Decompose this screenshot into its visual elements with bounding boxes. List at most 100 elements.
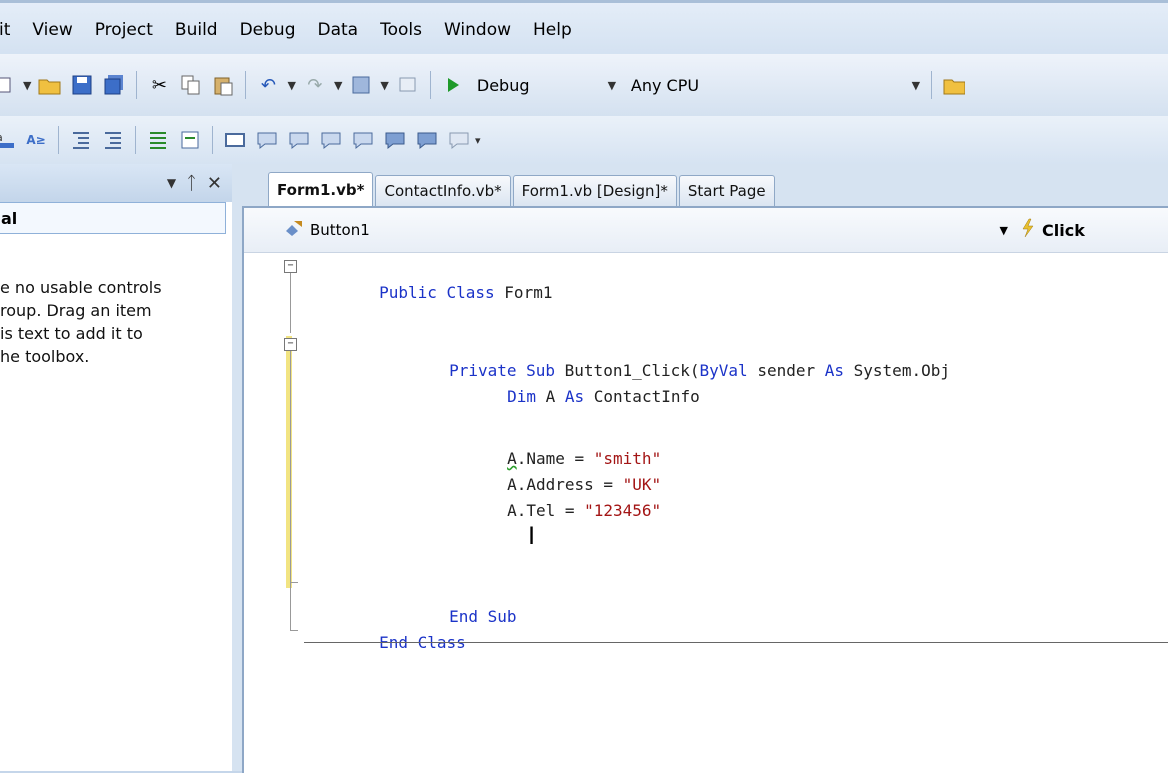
toolbox-empty-message: e no usable controls roup. Drag an item … bbox=[0, 276, 232, 368]
menu-help[interactable]: Help bbox=[522, 20, 583, 40]
menu-edit[interactable]: it bbox=[0, 20, 21, 40]
code-keyword: ByVal bbox=[699, 361, 748, 380]
uncomment-lines-icon[interactable] bbox=[178, 128, 202, 152]
class-name-combo[interactable]: Button1 ▼ bbox=[284, 216, 1008, 244]
code-editor: Button1 ▼ Click − − Public Class Form1 P… bbox=[242, 206, 1168, 773]
code-text[interactable]: − − Public Class Form1 Private Sub Butto… bbox=[244, 254, 1168, 773]
outline-guide bbox=[290, 582, 298, 583]
menu-project[interactable]: Project bbox=[84, 20, 164, 40]
menu-debug[interactable]: Debug bbox=[229, 20, 307, 40]
solution-platform-combo[interactable]: Any CPU ▼ bbox=[625, 71, 925, 99]
chevron-down-icon[interactable]: ▼ bbox=[603, 79, 621, 92]
undo-icon[interactable]: ↶ bbox=[256, 73, 280, 97]
code-keyword: As bbox=[564, 387, 585, 406]
code-line: A.Name = "smith" bbox=[430, 420, 661, 468]
next-bookmark-document-icon[interactable] bbox=[415, 128, 439, 152]
redo-icon[interactable]: ↷ bbox=[303, 73, 327, 97]
toolbox-empty-message-line: roup. Drag an item bbox=[0, 301, 152, 320]
toolbox-empty-message-line: he toolbox. bbox=[0, 347, 90, 366]
paste-icon[interactable] bbox=[211, 73, 235, 97]
toolbox-group-general[interactable]: al bbox=[0, 202, 226, 234]
code-identifier: sender bbox=[747, 361, 825, 380]
code-identifier: System.Obj bbox=[844, 361, 950, 380]
standard-toolbar: ▼ ✂ ↶ ▼ ↷ ▼ ▼ Debug ▼ Any CPU ▼ bbox=[0, 54, 1168, 116]
code-line: Public Class Form1 bbox=[302, 254, 552, 302]
chevron-down-icon[interactable]: ▼ bbox=[1000, 224, 1008, 237]
new-item-icon[interactable] bbox=[0, 73, 16, 97]
toolbar-separator bbox=[429, 71, 431, 99]
toolbox-panel: ▼ ᛏ ✕ al e no usable controls roup. Drag… bbox=[0, 164, 234, 771]
tab-start-page[interactable]: Start Page bbox=[678, 175, 775, 206]
event-icon bbox=[1020, 218, 1036, 242]
code-identifier: Form1 bbox=[504, 283, 553, 302]
copy-icon[interactable] bbox=[179, 73, 203, 97]
clear-bookmarks-icon[interactable] bbox=[447, 128, 471, 152]
menu-data[interactable]: Data bbox=[307, 20, 370, 40]
collapse-sub-icon[interactable]: − bbox=[284, 338, 297, 351]
menu-build[interactable]: Build bbox=[164, 20, 229, 40]
menu-view[interactable]: View bbox=[21, 20, 83, 40]
toolbar-separator bbox=[58, 126, 59, 154]
document-tabs: Form1.vb* ContactInfo.vb* Form1.vb [Desi… bbox=[268, 172, 777, 206]
solution-configuration-combo[interactable]: Debug ▼ bbox=[471, 71, 621, 99]
decrease-indent-icon[interactable] bbox=[69, 128, 93, 152]
outline-guide bbox=[290, 273, 291, 333]
toolbar-separator bbox=[245, 71, 247, 99]
menu-window[interactable]: Window bbox=[433, 20, 522, 40]
outline-guide bbox=[290, 351, 291, 631]
code-line: A.Address = "UK" bbox=[430, 446, 661, 494]
next-bookmark-folder-icon[interactable] bbox=[351, 128, 375, 152]
navigate-icon[interactable] bbox=[349, 73, 373, 97]
svg-text:a: a bbox=[0, 131, 3, 144]
window-position-dropdown-icon[interactable]: ▼ bbox=[167, 176, 176, 190]
previous-bookmark-document-icon[interactable] bbox=[383, 128, 407, 152]
undo-dropdown-icon[interactable]: ▼ bbox=[287, 79, 295, 92]
document-area: Form1.vb* ContactInfo.vb* Form1.vb [Desi… bbox=[232, 164, 1168, 773]
toolbar-separator bbox=[136, 71, 138, 99]
code-line: A.Tel = "123456" bbox=[430, 472, 661, 520]
find-in-files-icon[interactable] bbox=[942, 73, 966, 97]
chevron-down-icon[interactable]: ▼ bbox=[907, 79, 925, 92]
code-keyword: As bbox=[824, 361, 845, 380]
code-keyword: Dim bbox=[507, 387, 536, 406]
start-icon[interactable] bbox=[441, 73, 465, 97]
code-identifier: A bbox=[535, 387, 565, 406]
tab-form1-design[interactable]: Form1.vb [Design]* bbox=[512, 175, 677, 206]
change-tracking-bar bbox=[286, 336, 292, 588]
window-icon[interactable] bbox=[396, 73, 420, 97]
open-folder-icon[interactable] bbox=[38, 73, 62, 97]
menu-bar: it View Project Build Debug Data Tools W… bbox=[0, 0, 1168, 57]
save-icon[interactable] bbox=[70, 73, 94, 97]
code-string: "123456" bbox=[584, 501, 662, 520]
parameter-info-icon[interactable]: a bbox=[0, 128, 16, 152]
save-all-icon[interactable] bbox=[102, 73, 126, 97]
code-line: End Sub bbox=[372, 578, 516, 626]
button-icon bbox=[284, 219, 304, 241]
tab-contactinfo-vb[interactable]: ContactInfo.vb* bbox=[375, 175, 511, 206]
menu-tools[interactable]: Tools bbox=[369, 20, 433, 40]
comment-lines-icon[interactable] bbox=[146, 128, 170, 152]
toolbar-separator bbox=[930, 71, 932, 99]
collapse-class-icon[interactable]: − bbox=[284, 260, 297, 273]
close-icon[interactable]: ✕ bbox=[207, 173, 222, 194]
cut-icon[interactable]: ✂ bbox=[147, 73, 171, 97]
solution-platform-value: Any CPU bbox=[630, 75, 700, 95]
new-item-dropdown-icon[interactable]: ▼ bbox=[23, 79, 31, 92]
navigate-dropdown-icon[interactable]: ▼ bbox=[380, 79, 388, 92]
method-name-combo[interactable]: Click bbox=[1020, 216, 1168, 244]
toolbar-separator bbox=[135, 126, 136, 154]
toolbox-group-label: al bbox=[1, 208, 18, 228]
method-name-value: Click bbox=[1042, 220, 1085, 240]
previous-bookmark-icon[interactable] bbox=[255, 128, 279, 152]
word-completion-icon[interactable]: A≥ bbox=[24, 128, 48, 152]
text-editor-toolbar: a A≥ ▾ bbox=[0, 116, 1168, 164]
redo-dropdown-icon[interactable]: ▼ bbox=[334, 79, 342, 92]
next-bookmark-icon[interactable] bbox=[287, 128, 311, 152]
toolbar-options-icon[interactable]: ▾ bbox=[475, 134, 481, 147]
increase-indent-icon[interactable] bbox=[101, 128, 125, 152]
bookmark-icon[interactable] bbox=[223, 128, 247, 152]
previous-bookmark-folder-icon[interactable] bbox=[319, 128, 343, 152]
auto-hide-pin-icon[interactable]: ᛏ bbox=[186, 173, 197, 194]
toolbox-empty-message-line: e no usable controls bbox=[0, 278, 162, 297]
tab-form1-vb[interactable]: Form1.vb* bbox=[268, 172, 374, 206]
